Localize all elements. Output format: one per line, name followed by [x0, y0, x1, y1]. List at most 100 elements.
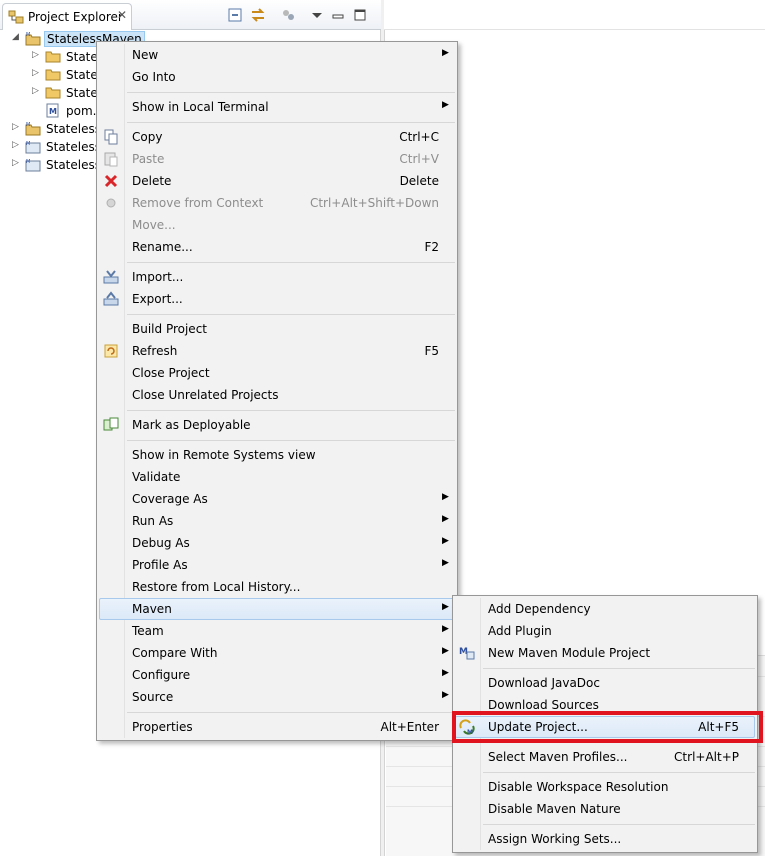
menu-label: Copy: [132, 130, 163, 144]
menu-label: Build Project: [132, 322, 207, 336]
menu-item-properties[interactable]: Properties Alt+Enter: [99, 716, 455, 738]
menu-item-refresh[interactable]: Refresh F5: [99, 340, 455, 362]
collapsed-arrow-icon[interactable]: ▷: [32, 50, 39, 60]
menu-item-run-as[interactable]: Run As ▶: [99, 510, 455, 532]
export-icon: [103, 291, 119, 306]
menu-item-configure[interactable]: Configure ▶: [99, 664, 455, 686]
collapsed-arrow-icon[interactable]: ▷: [32, 68, 39, 78]
menu-label: Debug As: [132, 536, 190, 550]
menu-item-build-project[interactable]: Build Project: [99, 318, 455, 340]
submenu-arrow-icon: ▶: [442, 48, 449, 58]
menu-item-disable-workspace-resolution[interactable]: Disable Workspace Resolution: [455, 776, 755, 798]
menu-item-move[interactable]: Move...: [99, 214, 455, 236]
separator: [127, 314, 455, 315]
menu-label: Show in Local Terminal: [132, 100, 269, 114]
maven-project-icon: M: [25, 32, 41, 46]
tab-project-explorer[interactable]: Project Explorer ✕: [2, 3, 132, 30]
menu-label: Download JavaDoc: [488, 676, 600, 690]
filter-icon[interactable]: [281, 8, 297, 22]
menu-item-validate[interactable]: Validate: [99, 466, 455, 488]
delete-icon: [104, 174, 118, 188]
menu-item-coverage-as[interactable]: Coverage As ▶: [99, 488, 455, 510]
menu-item-rename[interactable]: Rename... F2: [99, 236, 455, 258]
view-tab-bar: Project Explorer ✕: [0, 0, 381, 30]
menu-shortcut: F5: [424, 344, 439, 358]
svg-text:M: M: [26, 122, 30, 128]
view-menu-icon[interactable]: [309, 8, 325, 22]
menu-label: Import...: [132, 270, 184, 284]
menu-item-compare-with[interactable]: Compare With ▶: [99, 642, 455, 664]
menu-item-new[interactable]: New ▶: [99, 44, 455, 66]
import-icon: [103, 270, 119, 284]
menu-label: Delete: [132, 174, 172, 188]
menu-label: Team: [132, 624, 164, 638]
menu-item-go-into[interactable]: Go Into: [99, 66, 455, 88]
menu-label: Go Into: [132, 70, 176, 84]
menu-item-delete[interactable]: Delete Delete: [99, 170, 455, 192]
menu-item-profile-as[interactable]: Profile As ▶: [99, 554, 455, 576]
menu-label: Move...: [132, 218, 176, 232]
collapsed-arrow-icon[interactable]: ▷: [12, 158, 19, 168]
svg-text:M: M: [26, 141, 30, 147]
menu-item-import[interactable]: Import...: [99, 266, 455, 288]
pom-file-icon: M: [46, 103, 59, 118]
expanded-arrow-icon[interactable]: ◢: [12, 32, 19, 42]
menu-shortcut: Delete: [399, 174, 439, 188]
menu-item-show-local-terminal[interactable]: Show in Local Terminal ▶: [99, 96, 455, 118]
menu-item-assign-working-sets[interactable]: Assign Working Sets...: [455, 828, 755, 850]
collapsed-arrow-icon[interactable]: ▷: [12, 122, 19, 132]
menu-item-remove-from-context[interactable]: Remove from Context Ctrl+Alt+Shift+Down: [99, 192, 455, 214]
collapsed-arrow-icon[interactable]: ▷: [32, 86, 39, 96]
refresh-icon: [104, 344, 118, 358]
menu-label: Compare With: [132, 646, 218, 660]
maven-project-icon: M: [25, 122, 41, 136]
menu-item-paste[interactable]: Paste Ctrl+V: [99, 148, 455, 170]
close-icon[interactable]: ✕: [117, 8, 127, 22]
menu-item-select-maven-profiles[interactable]: Select Maven Profiles... Ctrl+Alt+P: [455, 746, 755, 768]
menu-item-add-plugin[interactable]: Add Plugin: [455, 620, 755, 642]
deployable-icon: [103, 417, 119, 431]
link-with-editor-icon[interactable]: [250, 8, 266, 22]
menu-label: Run As: [132, 514, 174, 528]
menu-item-copy[interactable]: Copy Ctrl+C: [99, 126, 455, 148]
menu-item-show-remote[interactable]: Show in Remote Systems view: [99, 444, 455, 466]
folder-icon: [45, 69, 61, 81]
separator: [127, 712, 455, 713]
submenu-arrow-icon: ▶: [442, 602, 449, 612]
menu-label: Configure: [132, 668, 191, 682]
minimize-icon[interactable]: [330, 8, 346, 22]
menu-item-new-maven-module[interactable]: M New Maven Module Project: [455, 642, 755, 664]
collapse-all-icon[interactable]: [227, 8, 243, 22]
maximize-icon[interactable]: [352, 8, 368, 22]
editor-tab-area: [384, 0, 765, 30]
menu-label: Profile As: [132, 558, 188, 572]
menu-item-mark-deployable[interactable]: Mark as Deployable: [99, 414, 455, 436]
separator: [483, 772, 755, 773]
menu-item-close-project[interactable]: Close Project: [99, 362, 455, 384]
collapsed-arrow-icon[interactable]: ▷: [12, 140, 19, 150]
menu-item-team[interactable]: Team ▶: [99, 620, 455, 642]
menu-item-restore-history[interactable]: Restore from Local History...: [99, 576, 455, 598]
tab-label: Project Explorer: [28, 10, 123, 24]
menu-label: Remove from Context: [132, 196, 264, 210]
annotation-highlight-box: [452, 711, 763, 743]
menu-shortcut: Ctrl+V: [399, 152, 439, 166]
context-menu: New ▶ Go Into Show in Local Terminal ▶ C…: [96, 41, 458, 741]
menu-item-source[interactable]: Source ▶: [99, 686, 455, 708]
menu-label: Mark as Deployable: [132, 418, 251, 432]
menu-label: Paste: [132, 152, 165, 166]
menu-item-close-unrelated[interactable]: Close Unrelated Projects: [99, 384, 455, 406]
menu-item-export[interactable]: Export...: [99, 288, 455, 310]
menu-item-download-javadoc[interactable]: Download JavaDoc: [455, 672, 755, 694]
menu-label: Add Dependency: [488, 602, 591, 616]
menu-item-maven[interactable]: Maven ▶: [99, 598, 455, 620]
menu-label: Restore from Local History...: [132, 580, 301, 594]
menu-item-disable-maven-nature[interactable]: Disable Maven Nature: [455, 798, 755, 820]
menu-shortcut: F2: [424, 240, 439, 254]
menu-item-debug-as[interactable]: Debug As ▶: [99, 532, 455, 554]
svg-text:M: M: [49, 107, 57, 116]
menu-item-add-dependency[interactable]: Add Dependency: [455, 598, 755, 620]
menu-shortcut: Ctrl+C: [399, 130, 439, 144]
folder-icon: [45, 51, 61, 63]
menu-label: Close Project: [132, 366, 210, 380]
